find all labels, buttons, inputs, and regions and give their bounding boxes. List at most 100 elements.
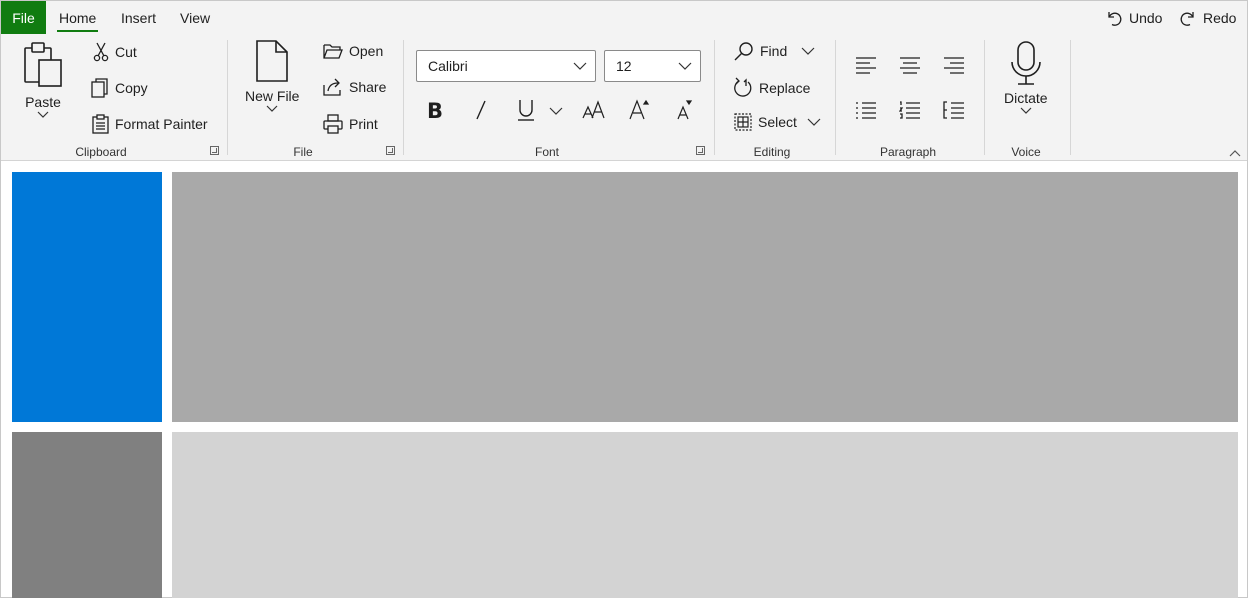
new-file-label: New File — [245, 88, 300, 104]
copy-label: Copy — [115, 80, 148, 96]
find-button[interactable]: Find — [734, 41, 815, 61]
folder-open-icon — [323, 44, 343, 59]
new-file-button[interactable]: New File — [245, 40, 299, 114]
chevron-down-icon — [266, 105, 278, 112]
increase-font-size-icon — [629, 99, 650, 120]
paste-button[interactable]: Paste — [21, 40, 65, 120]
redo-label: Redo — [1203, 9, 1237, 26]
chevron-down-icon — [678, 62, 692, 70]
bullets-button[interactable] — [855, 101, 877, 119]
change-case-button[interactable] — [582, 100, 606, 120]
cut-button[interactable]: Cut — [93, 42, 137, 62]
chevron-up-icon — [1229, 150, 1241, 157]
select-icon — [734, 113, 752, 131]
clipboard-list-icon — [92, 114, 109, 134]
dictate-label: Dictate — [1004, 90, 1048, 106]
tab-home-label: Home — [59, 9, 97, 26]
redo-button[interactable]: Redo — [1179, 1, 1236, 34]
open-label: Open — [349, 43, 384, 59]
bold-button[interactable]: B — [426, 99, 442, 121]
underline-icon — [518, 100, 534, 121]
underline-options-button[interactable] — [549, 106, 563, 116]
font-dialog-launcher[interactable] — [696, 146, 705, 155]
numbered-list-icon — [899, 101, 920, 119]
clipboard-dialog-launcher[interactable] — [210, 146, 219, 155]
share-button[interactable]: Share — [323, 78, 386, 96]
file-dialog-launcher[interactable] — [386, 146, 395, 155]
tab-insert[interactable]: Insert — [121, 1, 156, 34]
content-block-gray — [12, 432, 162, 598]
group-divider — [835, 40, 836, 155]
multilevel-list-button[interactable] — [943, 101, 965, 119]
font-size-select[interactable]: 12 — [604, 50, 701, 82]
font-family-select[interactable]: Calibri — [416, 50, 596, 82]
content-block-dark-gray — [172, 172, 1238, 422]
format-painter-button[interactable]: Format Painter — [92, 114, 208, 134]
scissors-icon — [93, 42, 109, 62]
chevron-down-icon — [801, 47, 815, 55]
decrease-font-size-icon — [677, 100, 693, 120]
new-file-icon — [256, 40, 289, 82]
tab-file[interactable]: File — [1, 1, 46, 34]
font-size-value: 12 — [616, 58, 632, 74]
chevron-down-icon — [37, 111, 49, 118]
align-center-icon — [900, 57, 920, 74]
active-tab-indicator — [57, 30, 99, 32]
paragraph-group-label: Paragraph — [879, 145, 937, 159]
tab-home[interactable]: Home — [57, 1, 99, 34]
italic-button[interactable] — [473, 99, 489, 121]
shrink-font-button[interactable] — [676, 99, 696, 121]
group-divider — [714, 40, 715, 155]
change-case-icon — [582, 100, 605, 119]
undo-icon — [1108, 11, 1122, 26]
undo-label: Undo — [1129, 9, 1163, 26]
app-window: File Home Insert View Undo Redo Paste Cu… — [0, 0, 1248, 598]
group-divider — [1070, 40, 1071, 155]
chevron-down-icon — [549, 107, 563, 115]
align-left-button[interactable] — [855, 56, 877, 74]
file-group-label: File — [293, 145, 313, 159]
undo-button[interactable]: Undo — [1105, 1, 1162, 34]
copy-button[interactable]: Copy — [91, 78, 148, 98]
print-label: Print — [349, 116, 378, 132]
share-label: Share — [349, 79, 387, 95]
font-family-value: Calibri — [428, 58, 468, 74]
chevron-down-icon — [807, 118, 821, 126]
select-button[interactable]: Select — [734, 113, 821, 131]
group-divider — [403, 40, 404, 155]
find-label: Find — [760, 43, 788, 59]
format-painter-label: Format Painter — [115, 116, 208, 132]
paste-label: Paste — [25, 94, 61, 110]
replace-button[interactable]: Replace — [733, 77, 810, 99]
redo-icon — [1180, 11, 1194, 26]
share-icon — [323, 78, 341, 96]
clipboard-group-label: Clipboard — [75, 145, 127, 159]
cut-label: Cut — [115, 44, 137, 60]
align-left-icon — [856, 57, 876, 74]
group-divider — [227, 40, 228, 155]
voice-group-label: Voice — [1011, 145, 1041, 159]
svg-text:B: B — [427, 99, 442, 121]
group-divider — [984, 40, 985, 155]
align-right-icon — [944, 57, 964, 74]
copy-icon — [91, 78, 108, 98]
ribbon: Paste Cut Copy Format Painter Clipboard … — [1, 34, 1247, 161]
numbering-button[interactable] — [899, 101, 921, 119]
align-right-button[interactable] — [943, 56, 965, 74]
replace-label: Replace — [759, 80, 811, 96]
printer-icon — [323, 114, 343, 134]
bold-icon: B — [427, 99, 442, 121]
grow-font-button[interactable] — [628, 98, 650, 120]
align-center-button[interactable] — [899, 56, 921, 74]
multilevel-list-icon — [943, 101, 964, 119]
dictate-button[interactable]: Dictate — [1004, 40, 1048, 116]
open-button[interactable]: Open — [323, 42, 383, 60]
italic-icon — [476, 100, 486, 120]
print-button[interactable]: Print — [323, 114, 378, 134]
tab-view[interactable]: View — [180, 1, 210, 34]
underline-button[interactable] — [516, 98, 536, 122]
editing-group-label: Editing — [753, 145, 791, 159]
search-icon — [734, 42, 753, 61]
font-group-label: Font — [534, 145, 559, 159]
collapse-ribbon-button[interactable] — [1229, 145, 1241, 161]
